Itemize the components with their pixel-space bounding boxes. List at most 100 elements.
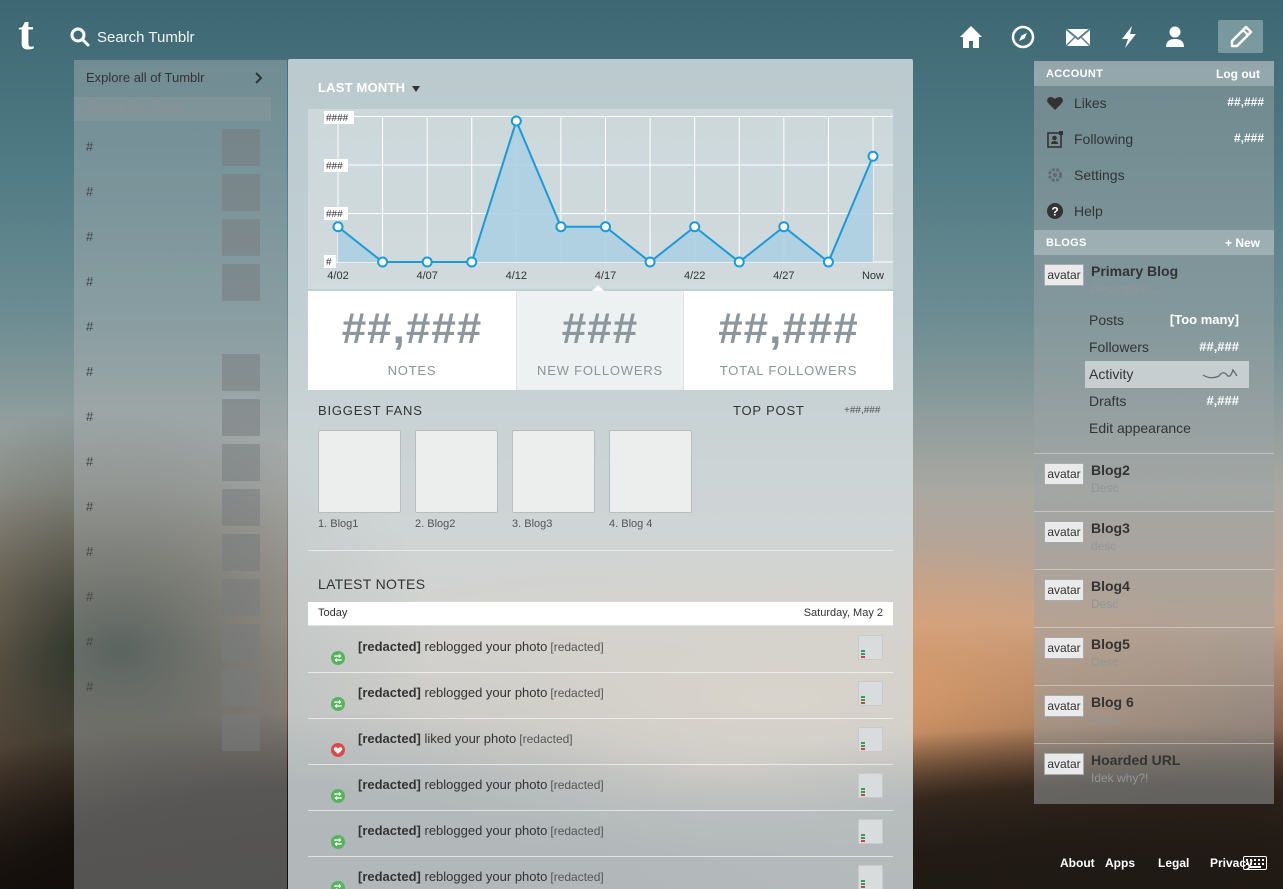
- tracked-tag[interactable]: #: [74, 309, 287, 354]
- blog-name[interactable]: Blog5: [1091, 636, 1130, 652]
- blog-item[interactable]: avatar Blog2 Desc: [1034, 454, 1274, 512]
- blog-name[interactable]: Blog 6: [1091, 694, 1134, 710]
- note-target[interactable]: [redacted]: [550, 778, 603, 792]
- blog-name[interactable]: Hoarded URL: [1091, 752, 1180, 768]
- tracked-tag[interactable]: #: [74, 219, 287, 264]
- post-thumbnail[interactable]: [858, 865, 883, 889]
- tracked-tag[interactable]: #: [74, 444, 287, 489]
- tumblr-logo[interactable]: t: [18, 10, 50, 58]
- account-row-likes[interactable]: Likes ##,###: [1034, 86, 1274, 122]
- blog-item[interactable]: avatar Blog5 Desc: [1034, 628, 1274, 686]
- avatar[interactable]: avatar: [1044, 463, 1084, 485]
- footer-link-about[interactable]: About: [1060, 856, 1095, 870]
- stat-total-followers[interactable]: ##,### TOTAL FOLLOWERS: [684, 291, 893, 390]
- blog-menu-drafts[interactable]: Drafts #,###: [1085, 388, 1249, 415]
- note-target[interactable]: [redacted]: [550, 686, 603, 700]
- chart-point[interactable]: [644, 256, 656, 268]
- tracked-tag[interactable]: #: [74, 174, 287, 219]
- chart-point[interactable]: [332, 221, 344, 233]
- avatar[interactable]: avatar: [1044, 521, 1084, 543]
- account-row-following[interactable]: Following #,###: [1034, 122, 1274, 158]
- tracked-tag[interactable]: #: [74, 129, 287, 174]
- footer-link-apps[interactable]: Apps: [1105, 856, 1135, 870]
- blog-menu-edit-appearance[interactable]: Edit appearance: [1085, 415, 1249, 442]
- note-user[interactable]: [redacted]: [358, 869, 421, 884]
- account-row-help[interactable]: ? Help: [1034, 194, 1274, 230]
- chart-point[interactable]: [778, 221, 790, 233]
- note-row[interactable]: [redacted] reblogged your photo [redacted…: [308, 811, 893, 857]
- blog-name[interactable]: Primary Blog: [1091, 263, 1178, 279]
- account-row-settings[interactable]: Settings: [1034, 158, 1274, 194]
- avatar[interactable]: avatar: [1044, 695, 1084, 717]
- chart-point[interactable]: [689, 221, 701, 233]
- blog-menu-posts[interactable]: Posts [Too many]: [1085, 307, 1249, 334]
- fan-card[interactable]: 3. Blog3: [512, 430, 595, 530]
- blog-item[interactable]: avatar Hoarded URL Idek why?!: [1034, 744, 1274, 802]
- fan-card[interactable]: 4. Blog 4: [609, 430, 692, 530]
- home-icon[interactable]: [958, 24, 984, 50]
- stat-notes[interactable]: ##,### NOTES: [308, 291, 516, 390]
- tracked-tag[interactable]: #: [74, 624, 287, 669]
- post-thumbnail[interactable]: [858, 819, 883, 844]
- keyboard-icon[interactable]: [1243, 856, 1267, 870]
- avatar[interactable]: avatar: [1044, 264, 1084, 286]
- tracked-tag[interactable]: [74, 714, 287, 759]
- explore-icon[interactable]: [1010, 24, 1036, 50]
- note-row[interactable]: [redacted] liked your photo [redacted]: [308, 719, 893, 765]
- mail-icon[interactable]: [1064, 24, 1092, 50]
- post-thumbnail[interactable]: [858, 681, 883, 706]
- tracked-tag[interactable]: #: [74, 489, 287, 534]
- blog-name[interactable]: Blog2: [1091, 462, 1130, 478]
- tracked-tag[interactable]: #: [74, 354, 287, 399]
- account-icon[interactable]: [1162, 24, 1188, 50]
- note-row[interactable]: [redacted] reblogged your photo [redacted…: [308, 627, 893, 673]
- avatar[interactable]: avatar: [1044, 637, 1084, 659]
- note-user[interactable]: [redacted]: [358, 777, 421, 792]
- activity-icon[interactable]: [1116, 24, 1142, 50]
- note-user[interactable]: [redacted]: [358, 731, 421, 746]
- note-user[interactable]: [redacted]: [358, 685, 421, 700]
- chart-point[interactable]: [555, 221, 567, 233]
- note-user[interactable]: [redacted]: [358, 639, 421, 654]
- chart-point[interactable]: [466, 256, 478, 268]
- period-selector[interactable]: LAST MONTH: [318, 80, 405, 95]
- post-thumbnail[interactable]: [858, 635, 883, 660]
- note-target[interactable]: [redacted]: [550, 870, 603, 884]
- chart-point[interactable]: [822, 256, 834, 268]
- blog-name[interactable]: Blog4: [1091, 578, 1130, 594]
- note-row[interactable]: [redacted] reblogged your photo [redacted…: [308, 857, 893, 889]
- blog-item[interactable]: avatar Blog 6 Desc: [1034, 686, 1274, 744]
- logout-link[interactable]: Log out: [1216, 67, 1260, 81]
- tracked-tag[interactable]: #: [74, 399, 287, 444]
- fan-card[interactable]: 1. Blog1: [318, 430, 401, 530]
- tracked-tag[interactable]: #: [74, 579, 287, 624]
- blog-menu-activity[interactable]: Activity: [1085, 361, 1249, 388]
- chart-point[interactable]: [377, 256, 389, 268]
- avatar[interactable]: avatar: [1044, 579, 1084, 601]
- blog-name[interactable]: Blog3: [1091, 520, 1130, 536]
- new-blog-link[interactable]: + New: [1225, 236, 1260, 250]
- tracked-tag[interactable]: #: [74, 264, 287, 309]
- search-input[interactable]: [97, 26, 297, 48]
- stat-new-followers[interactable]: ### NEW FOLLOWERS: [516, 291, 684, 390]
- note-target[interactable]: [redacted]: [550, 640, 603, 654]
- chart-point[interactable]: [867, 150, 879, 162]
- chart-point[interactable]: [510, 115, 522, 127]
- blog-item[interactable]: avatar Blog3 desc: [1034, 512, 1274, 570]
- blog-item[interactable]: avatar Blog4 Desc: [1034, 570, 1274, 628]
- post-thumbnail[interactable]: [858, 727, 883, 752]
- chart-point[interactable]: [600, 221, 611, 233]
- note-user[interactable]: [redacted]: [358, 823, 421, 838]
- caret-down-icon[interactable]: [412, 86, 420, 92]
- tracked-tag[interactable]: #: [74, 534, 287, 579]
- tracked-tag[interactable]: #: [74, 669, 287, 714]
- note-row[interactable]: [redacted] reblogged your photo [redacted…: [308, 673, 893, 719]
- chart-point[interactable]: [421, 256, 433, 268]
- note-row[interactable]: [redacted] reblogged your photo [redacted…: [308, 765, 893, 811]
- footer-link-legal[interactable]: Legal: [1158, 856, 1189, 870]
- post-thumbnail[interactable]: [858, 773, 883, 798]
- chart-point[interactable]: [733, 256, 745, 268]
- note-target[interactable]: [redacted]: [519, 732, 572, 746]
- chevron-right-icon[interactable]: [255, 72, 263, 84]
- avatar[interactable]: avatar: [1044, 753, 1084, 775]
